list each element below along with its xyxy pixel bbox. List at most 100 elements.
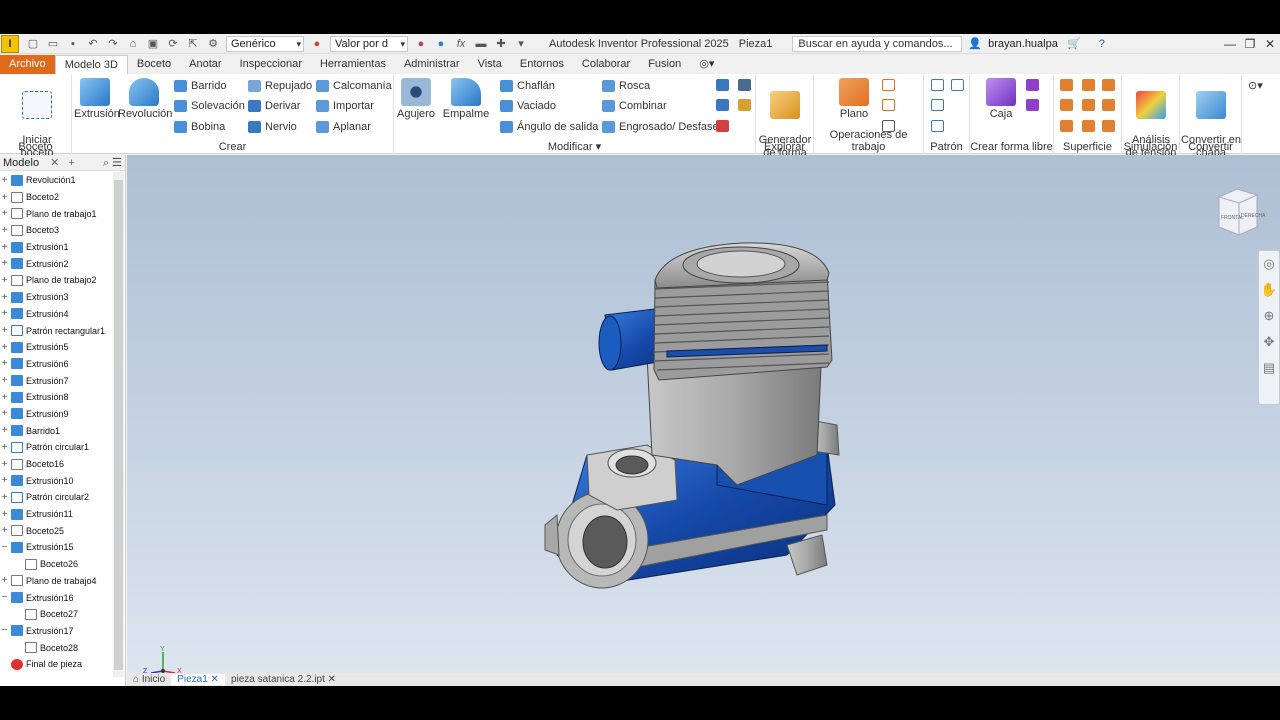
ribbon-options-icon[interactable]: ◎▾ [690, 55, 723, 74]
expand-icon[interactable]: + [0, 492, 9, 503]
tree-item[interactable]: + Extrusión10 [0, 472, 112, 489]
tab-entornos[interactable]: Entornos [511, 55, 573, 74]
expand-icon[interactable]: + [0, 392, 9, 403]
tree-item[interactable]: + Boceto16 [0, 456, 112, 473]
expand-icon[interactable]: + [0, 575, 9, 586]
replace-face-icon[interactable] [738, 99, 751, 111]
freeform-box-button[interactable]: Caja [980, 78, 1022, 121]
panel-modificar-label[interactable]: Modificar ▾ [394, 140, 755, 153]
minimize-icon[interactable]: — [1220, 37, 1240, 51]
tree-item[interactable]: + Patrón circular2 [0, 489, 112, 506]
collapse-icon[interactable]: − [0, 625, 9, 636]
tree-item[interactable]: + Extrusión8 [0, 389, 112, 406]
expand-icon[interactable]: + [0, 208, 9, 219]
doc-tab-pieza1[interactable]: Pieza1 ✕ [171, 674, 225, 685]
expand-icon[interactable]: + [0, 509, 9, 520]
expand-icon[interactable]: + [0, 358, 9, 369]
expand-icon[interactable]: + [0, 192, 9, 203]
save-icon[interactable]: ▪ [65, 37, 81, 51]
repair-icon[interactable] [1102, 120, 1115, 132]
redo-icon[interactable]: ↷ [105, 37, 121, 51]
viewcube-icon[interactable]: FRONTAL DERECHA [1218, 188, 1266, 236]
copy-object-icon[interactable] [716, 99, 729, 111]
trim-icon[interactable] [1060, 99, 1073, 111]
tab-fusion[interactable]: Fusion [639, 55, 690, 74]
move-bodies-icon[interactable] [738, 79, 751, 91]
graphics-viewport[interactable]: Y X Z FRONTAL DERECHA ◎ ✋ ⊕ ✥ ▤ [127, 155, 1280, 675]
expand-icon[interactable]: + [0, 342, 9, 353]
material-combo[interactable]: Genérico [226, 35, 304, 52]
delete-face-icon[interactable] [716, 120, 729, 132]
browser-scrollbar[interactable] [113, 172, 124, 677]
tab-modelo-3d[interactable]: Modelo 3D [54, 55, 128, 74]
shell-button[interactable]: Vaciado [500, 97, 556, 115]
derive-button[interactable]: Derivar [248, 97, 300, 115]
tree-item[interactable]: + Barrido1 [0, 422, 112, 439]
tree-item[interactable]: + Revolución1 [0, 172, 112, 189]
circular-pattern-icon[interactable] [931, 99, 944, 111]
tab-herramientas[interactable]: Herramientas [311, 55, 395, 74]
tree-item[interactable]: − Extrusión17 [0, 623, 112, 640]
tree-item[interactable]: Boceto27 [0, 606, 112, 623]
hole-button[interactable]: Agujero [396, 78, 436, 121]
expand-icon[interactable]: + [0, 375, 9, 386]
browser-search-icon[interactable]: ⌕ [103, 155, 109, 171]
work-axis-icon[interactable] [882, 79, 895, 91]
help-search-input[interactable]: Buscar en ayuda y comandos... [792, 35, 963, 52]
tab-vista[interactable]: Vista [469, 55, 511, 74]
expand-icon[interactable]: + [0, 408, 9, 419]
open-folder-icon[interactable]: ▭ [45, 37, 61, 51]
mirror-icon[interactable] [951, 79, 964, 91]
revolve-button[interactable]: Revolución [118, 78, 172, 121]
thicken-button[interactable]: Engrosado/ Desfase [602, 118, 719, 136]
browser-menu-icon[interactable]: ☰ [112, 155, 122, 171]
expand-icon[interactable]: + [0, 325, 9, 336]
ribbon-extra-icon[interactable]: ⊙▾ [1248, 77, 1263, 95]
stitch-icon[interactable] [1060, 79, 1073, 91]
split-icon[interactable] [716, 79, 729, 91]
restore-icon[interactable]: ❐ [1240, 37, 1260, 51]
emboss-button[interactable]: Repujado [248, 77, 312, 95]
rib-button[interactable]: Nervio [248, 118, 297, 136]
tree-item[interactable]: + Extrusión7 [0, 372, 112, 389]
inventor-logo-icon[interactable]: I [1, 34, 19, 53]
collapse-icon[interactable]: − [0, 592, 9, 603]
expand-icon[interactable]: + [0, 292, 9, 303]
tree-item[interactable]: Final de pieza [0, 656, 112, 673]
measure-icon[interactable]: ▬ [473, 37, 489, 51]
import-button[interactable]: Importar [316, 97, 374, 115]
tree-item[interactable]: + Plano de trabajo1 [0, 205, 112, 222]
tree-item[interactable]: + Extrusión4 [0, 306, 112, 323]
fillet-button[interactable]: Empalme [442, 78, 490, 121]
tree-item[interactable]: + Extrusión9 [0, 406, 112, 423]
pan-icon[interactable]: ✋ [1259, 277, 1279, 303]
appearance-combo[interactable]: Valor por d [330, 35, 408, 52]
expand-icon[interactable]: + [0, 308, 9, 319]
tab-colaborar[interactable]: Colaborar [573, 55, 639, 74]
boundary-patch-icon[interactable] [1060, 120, 1073, 132]
tree-item[interactable]: − Extrusión16 [0, 589, 112, 606]
plus-icon[interactable]: ✚ [493, 37, 509, 51]
user-name[interactable]: brayan.hualpa [988, 38, 1058, 50]
help-icon[interactable]: ? [1094, 37, 1110, 51]
tree-item[interactable]: + Extrusión2 [0, 255, 112, 272]
expand-icon[interactable]: + [0, 275, 9, 286]
expand-icon[interactable]: + [0, 459, 9, 470]
chamfer-button[interactable]: Chaflán [500, 77, 555, 95]
ruled-surface-icon[interactable] [1082, 99, 1095, 111]
tab-administrar[interactable]: Administrar [395, 55, 469, 74]
expand-icon[interactable]: + [0, 525, 9, 536]
browser-close-icon[interactable]: ✕ [50, 157, 59, 169]
sketch-pattern-icon[interactable] [931, 120, 944, 132]
freeform-face-icon[interactable] [1026, 79, 1039, 91]
home-icon[interactable]: ⌂ [125, 37, 141, 51]
tree-item[interactable]: + Extrusión1 [0, 239, 112, 256]
steering-wheel-icon[interactable]: ◎ [1259, 251, 1279, 277]
select-icon[interactable]: ▣ [145, 37, 161, 51]
replace-icon[interactable] [1082, 120, 1095, 132]
browser-add-icon[interactable]: + [68, 157, 74, 169]
sculpt-icon[interactable] [1082, 79, 1095, 91]
cooling-fins[interactable] [653, 242, 833, 381]
unwrap-button[interactable]: Aplanar [316, 118, 371, 136]
expand-icon[interactable]: + [0, 242, 9, 253]
